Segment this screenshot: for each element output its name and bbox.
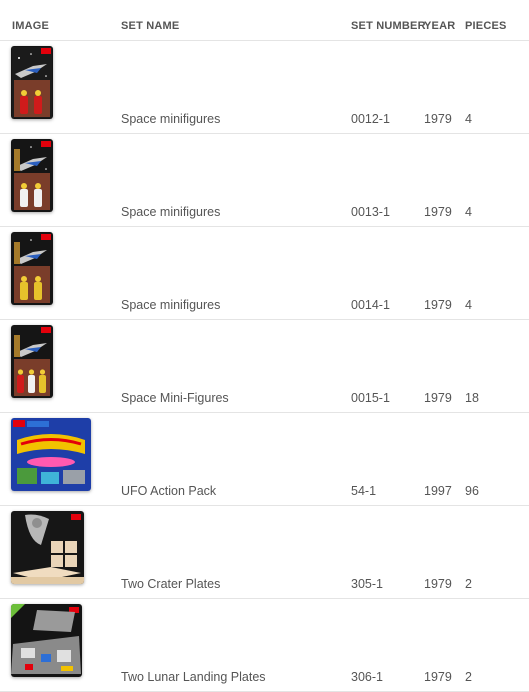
set-image[interactable]	[11, 325, 53, 398]
set-image[interactable]	[11, 604, 82, 677]
set-year: 1979	[424, 112, 452, 126]
set-year: 1979	[424, 298, 452, 312]
set-year: 1979	[424, 205, 452, 219]
set-image[interactable]	[11, 139, 53, 212]
set-name-link[interactable]: Space minifigures	[121, 205, 220, 219]
set-number: 0015-1	[351, 391, 390, 405]
set-image[interactable]	[11, 511, 84, 584]
set-year: 1979	[424, 670, 452, 684]
header-year: YEAR	[424, 20, 456, 32]
set-number: 305-1	[351, 577, 383, 591]
set-image[interactable]	[11, 46, 53, 119]
set-pieces: 4	[465, 298, 472, 312]
set-year: 1979	[424, 391, 452, 405]
table-row: Two Crater Plates 305-1 1979 2	[0, 505, 529, 599]
set-pieces: 4	[465, 205, 472, 219]
table-row: UFO Action Pack 54-1 1997 96	[0, 412, 529, 506]
set-name-link[interactable]: Space minifigures	[121, 298, 220, 312]
set-name-link[interactable]: UFO Action Pack	[121, 484, 216, 498]
table-header: IMAGE SET NAME SET NUMBER YEAR PIECES	[0, 0, 529, 41]
set-year: 1979	[424, 577, 452, 591]
set-pieces: 18	[465, 391, 479, 405]
set-year: 1997	[424, 484, 452, 498]
set-number: 0013-1	[351, 205, 390, 219]
set-pieces: 96	[465, 484, 479, 498]
header-set-name: SET NAME	[121, 20, 180, 32]
table-row: Space minifigures 0013-1 1979 4	[0, 133, 529, 227]
table-row: Space Mini-Figures 0015-1 1979 18	[0, 319, 529, 413]
set-image[interactable]	[11, 232, 53, 305]
set-number: 306-1	[351, 670, 383, 684]
table-row: Space minifigures 0012-1 1979 4	[0, 40, 529, 134]
set-pieces: 4	[465, 112, 472, 126]
set-pieces: 2	[465, 577, 472, 591]
set-number: 0012-1	[351, 112, 390, 126]
set-name-link[interactable]: Two Crater Plates	[121, 577, 220, 591]
set-image[interactable]	[11, 418, 91, 491]
header-image: IMAGE	[12, 20, 50, 32]
set-pieces: 2	[465, 670, 472, 684]
table-row: Two Lunar Landing Plates 306-1 1979 2	[0, 598, 529, 692]
set-number: 0014-1	[351, 298, 390, 312]
set-name-link[interactable]: Space Mini-Figures	[121, 391, 229, 405]
set-name-link[interactable]: Two Lunar Landing Plates	[121, 670, 266, 684]
set-number: 54-1	[351, 484, 377, 498]
header-pieces: PIECES	[465, 20, 507, 32]
set-name-link[interactable]: Space minifigures	[121, 112, 220, 126]
header-set-number: SET NUMBER	[351, 20, 426, 32]
table-row: Space minifigures 0014-1 1979 4	[0, 226, 529, 320]
